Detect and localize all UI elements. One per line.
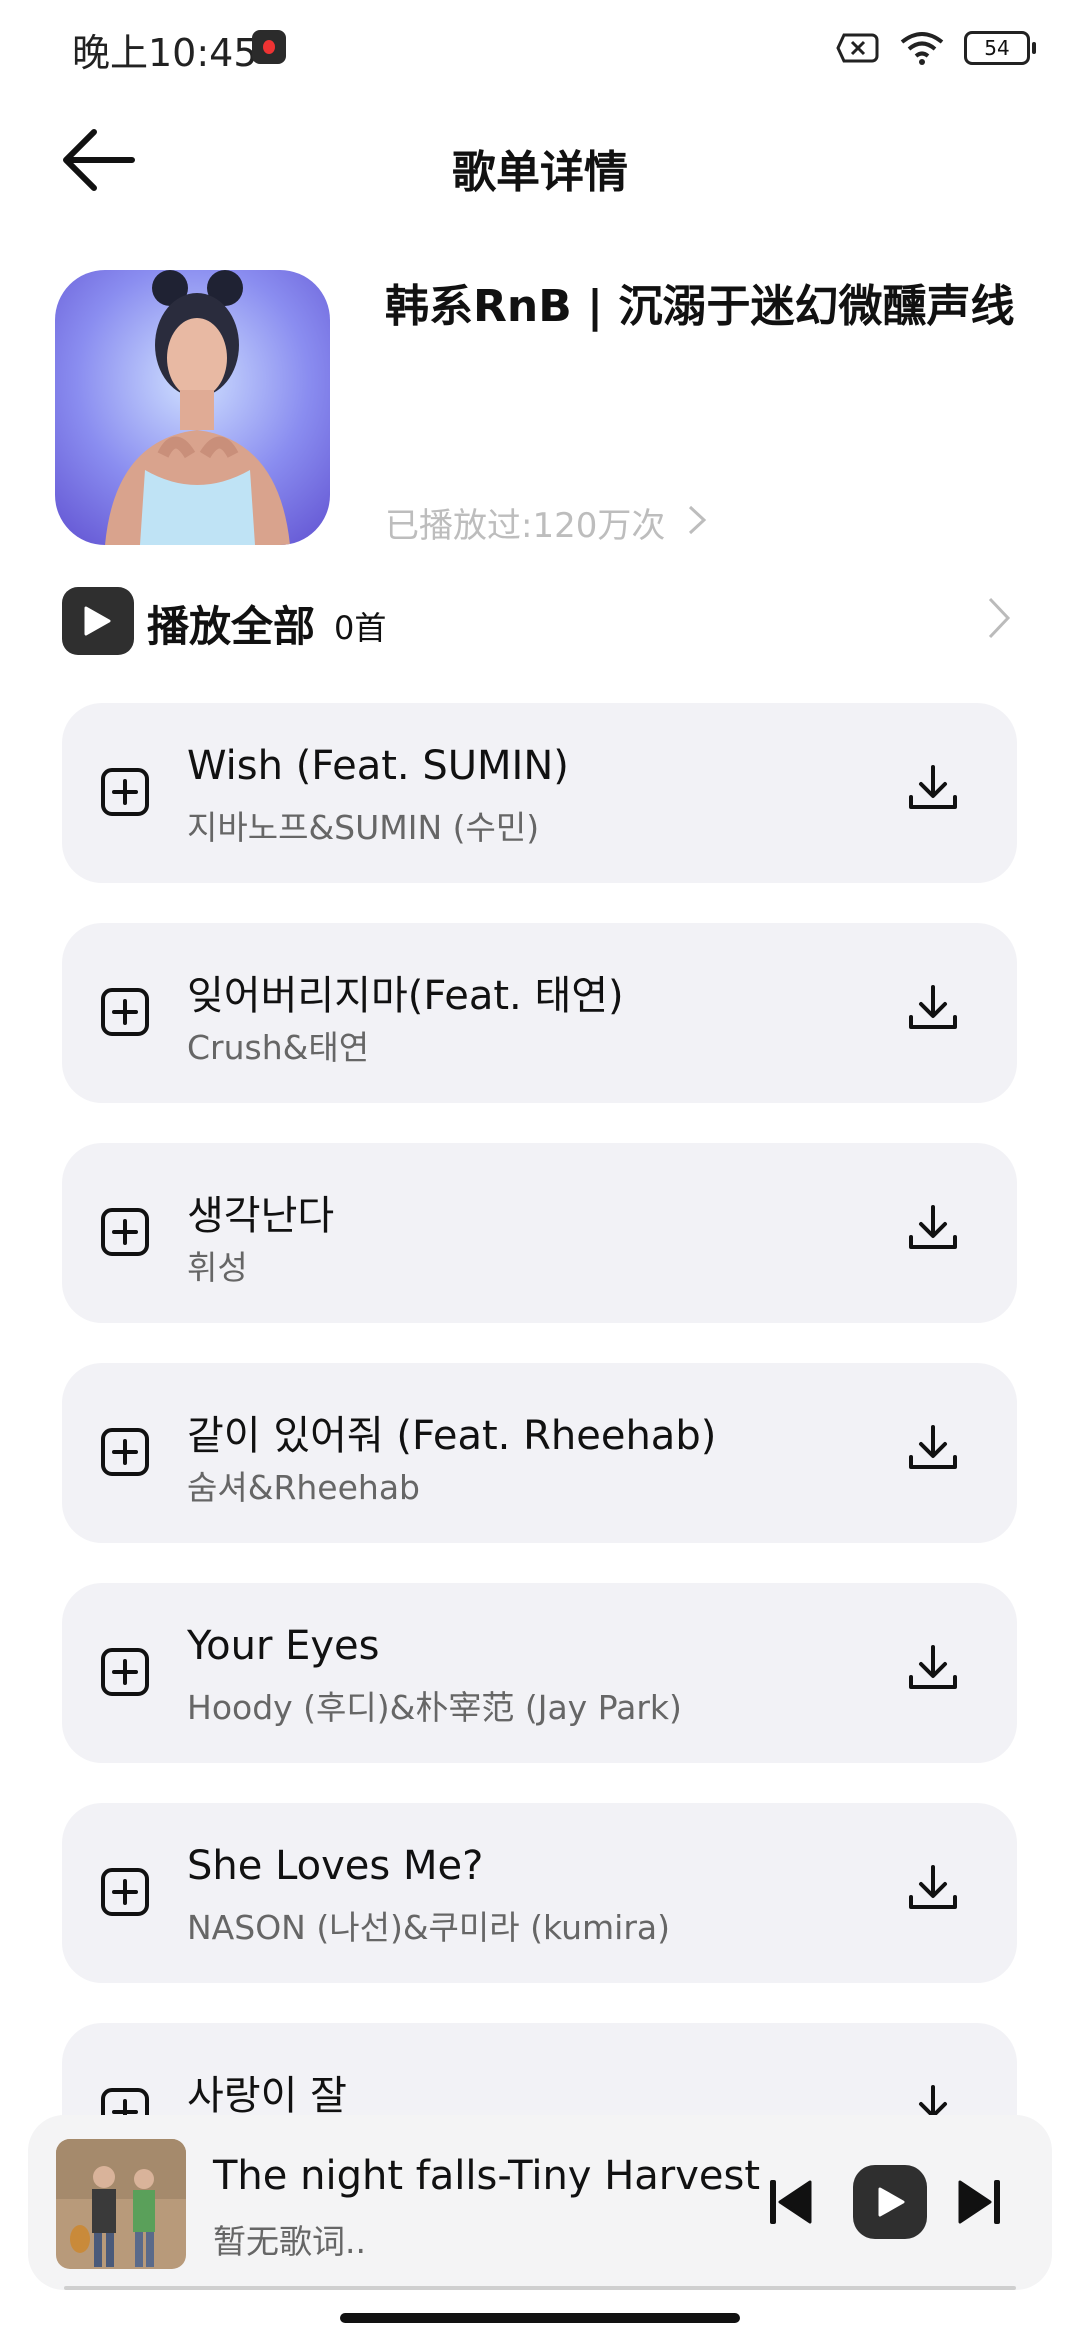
play-all-row[interactable]: 播放全部 0首 — [62, 585, 1012, 655]
play-count-text: 已播放过:120万次 — [385, 506, 666, 546]
download-icon[interactable] — [903, 1199, 963, 1259]
song-count: 0首 — [334, 609, 387, 647]
status-time: 晚上10:45 — [72, 31, 258, 75]
mini-player[interactable]: The night falls-Tiny Harvest 暂无歌词.. — [28, 2115, 1052, 2290]
download-icon[interactable] — [903, 979, 963, 1039]
song-item[interactable]: She Loves Me? NASON (나선)&쿠미라 (kumira) — [62, 1803, 1017, 1983]
song-title: She Loves Me? — [187, 1843, 484, 1889]
song-title: 잊어버리지마(Feat. 태연) — [187, 973, 624, 1019]
playlist-cover-art — [55, 270, 330, 545]
add-to-playlist-icon[interactable] — [98, 1865, 152, 1919]
song-title: 생각난다 — [187, 1193, 335, 1239]
wifi-icon — [900, 32, 944, 65]
header: 歌单详情 — [0, 100, 1080, 220]
chevron-right-icon — [689, 505, 707, 535]
add-to-playlist-icon[interactable] — [98, 1205, 152, 1259]
skip-previous-icon[interactable] — [768, 2177, 814, 2227]
play-all-label: 播放全部 — [147, 602, 316, 651]
song-artist: Crush&태연 — [187, 1028, 370, 1067]
song-artist: 지바노프&SUMIN (수민) — [187, 808, 540, 847]
song-artist: Hoody (후디)&朴宰范 (Jay Park) — [187, 1688, 682, 1727]
song-title: 사랑이 잘 — [187, 2073, 347, 2119]
music-app-notification-icon — [252, 30, 286, 64]
download-icon[interactable] — [903, 759, 963, 819]
song-item[interactable]: 생각난다 휘성 — [62, 1143, 1017, 1323]
download-icon[interactable] — [903, 1859, 963, 1919]
sim-error-icon — [836, 33, 879, 63]
play-pause-button[interactable] — [853, 2165, 927, 2239]
now-playing-lyric: 暂无歌词.. — [213, 2222, 366, 2261]
playback-progress-track[interactable] — [64, 2286, 1016, 2290]
song-artist: 휘성 — [187, 1248, 248, 1287]
song-artist: 숨셔&Rheehab — [187, 1468, 420, 1507]
download-icon[interactable] — [903, 1419, 963, 1479]
play-icon — [84, 606, 111, 636]
skip-next-icon[interactable] — [956, 2177, 1002, 2227]
play-all-button[interactable] — [62, 587, 134, 655]
status-bar: 晚上10:45 54 — [0, 0, 1080, 100]
add-to-playlist-icon[interactable] — [98, 765, 152, 819]
song-item[interactable]: Your Eyes Hoody (후디)&朴宰范 (Jay Park) — [62, 1583, 1017, 1763]
home-indicator[interactable] — [340, 2313, 740, 2323]
playlist-cover[interactable] — [55, 270, 330, 545]
now-playing-title: The night falls-Tiny Harvest — [213, 2153, 761, 2199]
song-artist: NASON (나선)&쿠미라 (kumira) — [187, 1908, 670, 1947]
page-title: 歌单详情 — [452, 147, 628, 198]
download-icon[interactable] — [903, 1639, 963, 1699]
add-to-playlist-icon[interactable] — [98, 1645, 152, 1699]
add-to-playlist-icon[interactable] — [98, 1425, 152, 1479]
battery-indicator: 54 — [964, 31, 1036, 65]
add-to-playlist-icon[interactable] — [98, 985, 152, 1039]
now-playing-cover-art — [56, 2139, 186, 2269]
song-title: Your Eyes — [187, 1623, 380, 1669]
now-playing-cover[interactable] — [56, 2139, 186, 2269]
song-item[interactable]: 잊어버리지마(Feat. 태연) Crush&태연 — [62, 923, 1017, 1103]
song-item[interactable]: 같이 있어줘 (Feat. Rheehab) 숨셔&Rheehab — [62, 1363, 1017, 1543]
status-icons: 54 — [836, 30, 1036, 66]
playlist-name: 韩系RnB | 沉溺于迷幻微醺声线 — [385, 281, 1015, 332]
song-title: 같이 있어줘 (Feat. Rheehab) — [187, 1413, 717, 1459]
chevron-right-icon[interactable] — [986, 595, 1012, 641]
play-count-link[interactable]: 已播放过:120万次 — [385, 498, 708, 547]
song-title: Wish (Feat. SUMIN) — [187, 743, 569, 789]
song-item[interactable]: Wish (Feat. SUMIN) 지바노프&SUMIN (수민) — [62, 703, 1017, 883]
play-icon — [878, 2187, 905, 2217]
